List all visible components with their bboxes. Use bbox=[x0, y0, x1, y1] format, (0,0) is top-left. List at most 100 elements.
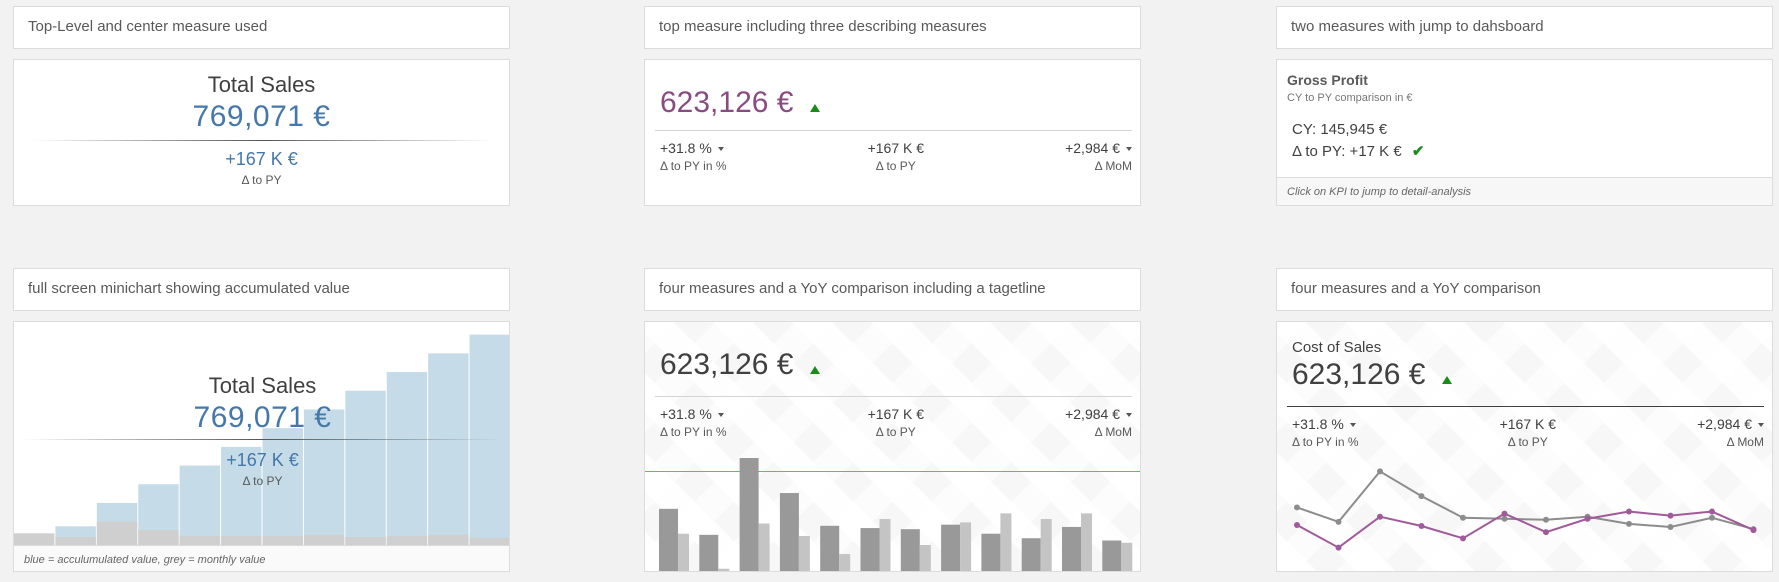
monthly-bar bbox=[386, 536, 428, 545]
header-yoy-targetline: four measures and a YoY comparison inclu… bbox=[644, 268, 1141, 311]
kpi-col-delta: +167 K € Δ to PY bbox=[1500, 416, 1556, 449]
kpi-delta: +167 K € bbox=[225, 149, 298, 169]
kpi-subrow: +31.8 % Δ to PY in % +167 K € Δ to PY +2… bbox=[660, 140, 1132, 173]
header-title: top measure including three describing m… bbox=[659, 18, 987, 35]
kpi-value-row: 623,126 € bbox=[660, 86, 820, 120]
trend-up-icon bbox=[809, 103, 820, 112]
kpi-footer[interactable]: Click on KPI to jump to detail-analysis bbox=[1277, 177, 1772, 205]
monthly-bar bbox=[469, 537, 509, 545]
previous-year-bar bbox=[758, 523, 770, 571]
header-two-measures-jump: two measures with jump to dahsboard bbox=[1276, 6, 1773, 49]
footer-link-text[interactable]: Click on KPI to jump to detail-analysis bbox=[1287, 186, 1471, 198]
monthly-bar bbox=[55, 537, 96, 545]
data-point bbox=[1418, 522, 1425, 529]
kpi-value: 623,126 € bbox=[1292, 358, 1426, 391]
previous-year-bar bbox=[839, 554, 851, 571]
data-point bbox=[1709, 508, 1715, 515]
data-point bbox=[1667, 524, 1674, 531]
kpi-col-value: +167 K € bbox=[867, 140, 925, 156]
data-point bbox=[1460, 514, 1466, 521]
kpi-col-pct: +31.8 % Δ to PY in % bbox=[660, 140, 727, 173]
previous-year-bar bbox=[678, 533, 689, 571]
kpi-col-label: Δ to PY in % bbox=[660, 159, 727, 173]
data-point bbox=[1501, 515, 1508, 522]
kpi-col-mom: +2,984 € Δ MoM bbox=[1065, 406, 1132, 439]
kpi-col-mom: +2,984 € Δ MoM bbox=[1065, 140, 1132, 173]
current-year-bar bbox=[659, 508, 678, 571]
data-point bbox=[1626, 520, 1632, 527]
kpi-col-label: Δ MoM bbox=[1094, 425, 1132, 439]
kpi-cost-of-sales[interactable]: Cost of Sales 623,126 € +31.8 % Δ to PY … bbox=[1276, 321, 1773, 572]
kpi-col-label: Δ MoM bbox=[1726, 435, 1764, 449]
kpi-subrow: +31.8 % Δ to PY in % +167 K € Δ to PY +2… bbox=[1292, 416, 1764, 449]
kpi-col-value: +167 K € bbox=[867, 406, 925, 422]
kpi-col-delta: +167 K € Δ to PY bbox=[868, 140, 924, 173]
series-line-purple bbox=[1296, 510, 1754, 549]
header-title: four measures and a YoY comparison inclu… bbox=[659, 280, 1046, 297]
data-point bbox=[1709, 514, 1715, 521]
header-top-measure-describing: top measure including three describing m… bbox=[644, 6, 1141, 49]
data-point bbox=[1377, 468, 1383, 475]
divider bbox=[655, 130, 1132, 131]
kpi-top-measure[interactable]: 623,126 € +31.8 % Δ to PY in % +167 K € … bbox=[644, 59, 1141, 206]
kpi-total-sales[interactable]: Total Sales 769,071 € +167 K € Δ to PY bbox=[13, 59, 510, 206]
divider bbox=[31, 140, 492, 141]
kpi-delta: +167 K € bbox=[226, 450, 299, 470]
current-year-bar bbox=[941, 524, 961, 571]
monthly-bar bbox=[138, 530, 179, 545]
kpi-col-label: Δ MoM bbox=[1094, 159, 1132, 173]
checkmark-icon: ✔ bbox=[1411, 143, 1425, 160]
kpi-gross-profit[interactable]: Gross Profit CY to PY comparison in € CY… bbox=[1276, 59, 1773, 206]
previous-year-bar bbox=[1081, 513, 1092, 571]
chart-footer: blue = acculumulated value, grey = month… bbox=[14, 545, 509, 571]
kpi-yoy-targetline[interactable]: 623,126 € +31.8 % Δ to PY in % +167 K € … bbox=[644, 321, 1141, 572]
divider bbox=[655, 396, 1132, 397]
kpi-col-value: +2,984 € bbox=[1065, 140, 1120, 156]
current-year-bar bbox=[699, 534, 719, 571]
kpi-col-mom: +2,984 € Δ MoM bbox=[1697, 416, 1764, 449]
kpi-col-label: Δ to PY bbox=[1507, 435, 1548, 449]
caret-down-icon bbox=[1349, 423, 1356, 428]
current-year-bar bbox=[981, 533, 1001, 571]
caret-down-icon bbox=[717, 147, 724, 152]
current-year-bar bbox=[739, 458, 759, 571]
data-point bbox=[1335, 518, 1342, 525]
caret-down-icon bbox=[1125, 413, 1132, 418]
kpi-value: 623,126 € bbox=[660, 86, 794, 119]
kpi-col-label: Δ to PY in % bbox=[1292, 435, 1359, 449]
trend-up-icon bbox=[1441, 375, 1452, 384]
kpi-col-value: +31.8 % bbox=[1292, 416, 1344, 432]
data-point bbox=[1543, 516, 1549, 523]
current-year-bar bbox=[779, 493, 799, 571]
kpi-value-row: 623,126 € bbox=[660, 348, 820, 382]
kpi-title: Cost of Sales bbox=[1292, 339, 1382, 356]
kpi-value: 623,126 € bbox=[660, 348, 794, 381]
kpi-col-value: +167 K € bbox=[1499, 416, 1557, 432]
monthly-bar bbox=[96, 521, 138, 545]
kpi-minichart-total-sales[interactable]: Total Sales 769,071 € +167 K € Δ to PY b… bbox=[13, 321, 510, 572]
caret-down-icon bbox=[1125, 147, 1132, 152]
caret-down-icon bbox=[1757, 423, 1764, 428]
data-point bbox=[1294, 504, 1300, 511]
kpi-delta-label: Δ to PY bbox=[242, 474, 283, 488]
kpi-delta: Δ to PY: +17 K € bbox=[1292, 143, 1402, 160]
kpi-col-pct: +31.8 % Δ to PY in % bbox=[660, 406, 727, 439]
previous-year-bar bbox=[879, 519, 891, 571]
kpi-subtitle: CY to PY comparison in € bbox=[1287, 92, 1413, 104]
current-year-bar bbox=[860, 528, 880, 571]
data-point bbox=[1418, 493, 1425, 500]
kpi-value-row: 623,126 € bbox=[1292, 358, 1452, 392]
current-year-bar bbox=[820, 525, 840, 571]
kpi-title: Total Sales bbox=[207, 72, 316, 97]
monthly-bar bbox=[345, 537, 386, 545]
yoy-bar-chart bbox=[645, 458, 1140, 571]
monthly-bar bbox=[262, 536, 303, 545]
current-year-bar bbox=[1102, 540, 1122, 571]
header-yoy-comparison: four measures and a YoY comparison bbox=[1276, 268, 1773, 311]
current-year-bar bbox=[1062, 526, 1081, 571]
kpi-col-label: Δ to PY in % bbox=[660, 425, 727, 439]
header-title: full screen minichart showing accumulate… bbox=[28, 280, 350, 297]
kpi-value: 769,071 € bbox=[193, 401, 332, 434]
kpi-delta-label: Δ to PY bbox=[241, 173, 282, 187]
kpi-col-label: Δ to PY bbox=[875, 425, 916, 439]
